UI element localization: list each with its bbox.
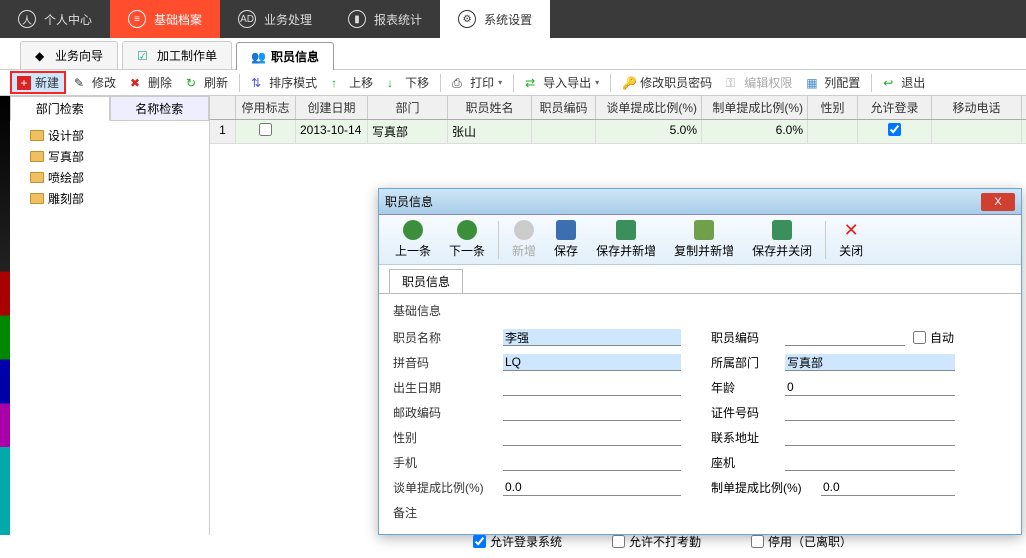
tab-employee[interactable]: 👥职员信息 [236,42,334,70]
next-icon [457,220,477,240]
birth-input[interactable] [503,379,681,396]
talk-input[interactable] [503,479,681,496]
edit-icon: ✎ [74,76,88,90]
nav-reports[interactable]: ▮报表统计 [330,0,440,38]
prev-icon [403,220,423,240]
grid-header: 停用标志 创建日期 部门 职员姓名 职员编码 谈单提成比例(%) 制单提成比例(… [210,96,1026,120]
delete-icon: ✖ [130,76,144,90]
code-input[interactable] [785,329,905,346]
tab-wizard[interactable]: ◆业务向导 [20,41,118,69]
inner-tab[interactable]: 职员信息 [389,269,463,293]
post-input[interactable] [503,404,681,421]
plus-icon: + [17,76,31,90]
save-icon [556,220,576,240]
sheet-icon: ☑ [137,49,151,63]
folder-icon [30,130,44,141]
wizard-icon: ◆ [35,49,49,63]
btn-next[interactable]: 下一条 [441,218,493,261]
grid-row[interactable]: 1 2013-10-14 写真部 张山 5.0% 6.0% [210,120,1026,144]
pinyin-input[interactable] [503,354,681,371]
perm-icon: ⚿ [726,76,740,90]
name-input[interactable] [503,329,681,346]
btn-down[interactable]: ↓下移 [381,72,435,93]
sex-input[interactable] [503,429,681,446]
btn-prev[interactable]: 上一条 [387,218,439,261]
stop-checkbox[interactable] [259,123,272,136]
btn-print[interactable]: ⎙打印▾ [446,72,508,93]
dropdown-icon: ▾ [498,78,502,87]
exit-icon: ↩ [883,76,897,90]
tree-item[interactable]: 设计部 [16,125,203,146]
nav-personal[interactable]: 人个人中心 [0,0,110,38]
key-icon: 🔑 [622,76,636,90]
btn-perm[interactable]: ⚿编辑权限 [720,72,798,93]
login-checkbox[interactable] [888,123,901,136]
add-icon [514,220,534,240]
tel-input[interactable] [785,454,955,471]
id-input[interactable] [785,404,955,421]
nav-settings[interactable]: ⚙系统设置 [440,0,550,38]
btn-pwd[interactable]: 🔑修改职员密码 [616,72,718,93]
tree-item[interactable]: 喷绘部 [16,167,203,188]
tree-item[interactable]: 写真部 [16,146,203,167]
people-icon: 👥 [251,50,265,64]
chart-icon: ▮ [348,10,366,28]
copynew-icon [694,220,714,240]
nav-business[interactable]: AD业务处理 [220,0,330,38]
folder-icon [30,172,44,183]
gear-icon: ⚙ [458,10,476,28]
dropdown-icon: ▾ [595,78,599,87]
dept-input[interactable] [785,354,955,371]
dept-tree: 设计部 写真部 喷绘部 雕刻部 [10,121,209,213]
sort-icon: ⇅ [251,76,265,90]
savenew-icon [616,220,636,240]
cb-stop[interactable]: 停用（已离职） [751,533,852,550]
btn-refresh[interactable]: ↻刷新 [180,72,234,93]
list-icon: ≡ [128,10,146,28]
folder-icon [30,193,44,204]
employee-dialog: 职员信息 X 上一条 下一条 新增 保存 保存并新增 复制并新增 保存并关闭 ✕… [378,188,1022,535]
btn-save-new[interactable]: 保存并新增 [588,218,664,261]
close-icon: ✕ [841,220,861,240]
btn-delete[interactable]: ✖删除 [124,72,178,93]
btn-cols[interactable]: ▦列配置 [800,72,866,93]
btn-sort[interactable]: ⇅排序模式 [245,72,323,93]
up-icon: ↑ [331,76,345,90]
btn-copy-new[interactable]: 复制并新增 [666,218,742,261]
refresh-icon: ↻ [186,76,200,90]
color-sidebar [0,96,10,535]
btn-up[interactable]: ↑上移 [325,72,379,93]
btn-edit[interactable]: ✎修改 [68,72,122,93]
mobile-input[interactable] [503,454,681,471]
saveclose-icon [772,220,792,240]
user-icon: 人 [18,10,36,28]
auto-checkbox[interactable]: 自动 [913,329,954,346]
down-icon: ↓ [387,76,401,90]
age-input[interactable] [785,379,955,396]
subtab-name[interactable]: 名称检索 [110,96,210,121]
btn-add[interactable]: 新增 [504,218,544,261]
cols-icon: ▦ [806,76,820,90]
make-input[interactable] [821,479,955,496]
print-icon: ⎙ [452,76,466,90]
nav-archive[interactable]: ≡基础档案 [110,0,220,38]
addr-input[interactable] [785,429,955,446]
btn-new[interactable]: +新建 [10,71,66,94]
btn-close[interactable]: ✕关闭 [831,218,871,261]
tab-production[interactable]: ☑加工制作单 [122,41,232,69]
btn-io[interactable]: ⇄导入导出▾ [519,72,605,93]
btn-save[interactable]: 保存 [546,218,586,261]
btn-save-close[interactable]: 保存并关闭 [744,218,820,261]
dialog-close[interactable]: X [981,193,1015,211]
task-icon: AD [238,10,256,28]
cb-login[interactable]: 允许登录系统 [473,533,562,550]
io-icon: ⇄ [525,76,539,90]
section-basic: 基础信息 [393,302,1007,319]
dialog-title: 职员信息 [385,193,433,210]
subtab-dept[interactable]: 部门检索 [10,96,110,121]
cb-nokq[interactable]: 允许不打考勤 [612,533,701,550]
tree-item[interactable]: 雕刻部 [16,188,203,209]
folder-icon [30,151,44,162]
btn-exit[interactable]: ↩退出 [877,72,931,93]
